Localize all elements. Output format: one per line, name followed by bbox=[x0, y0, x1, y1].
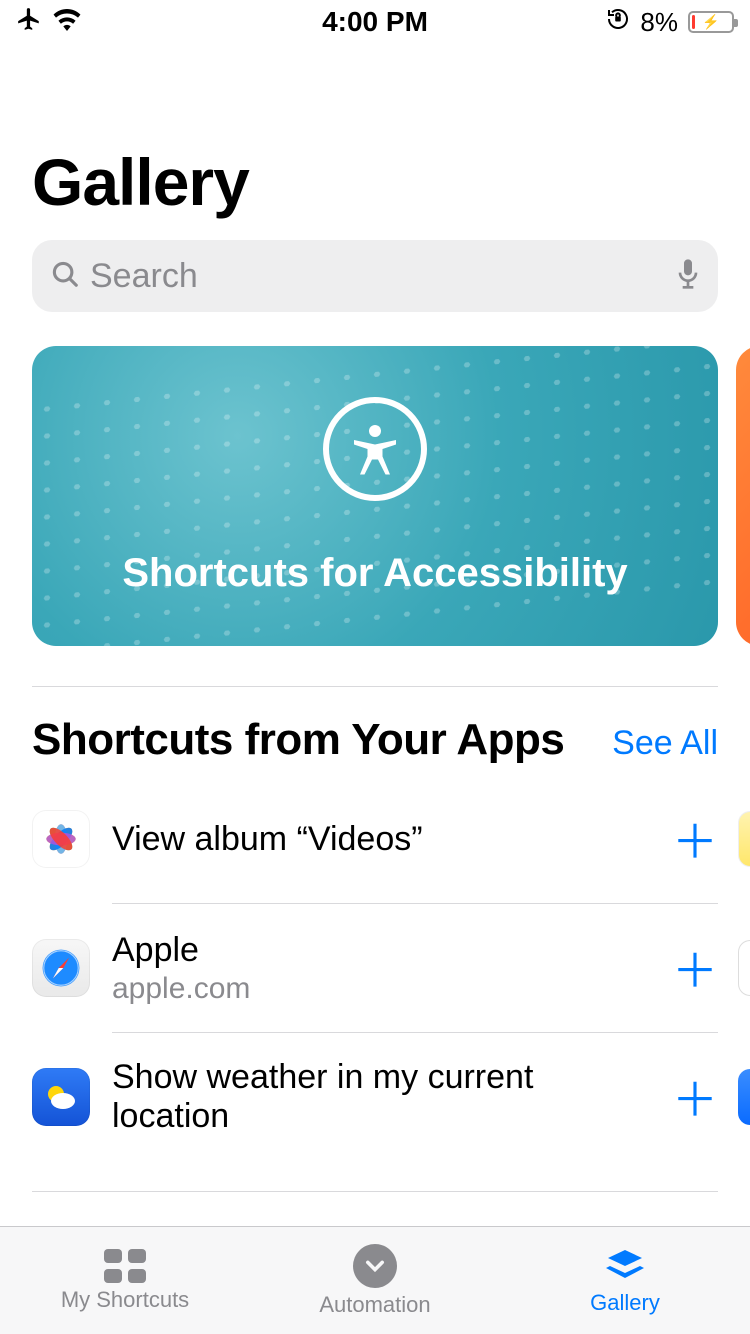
shortcut-title: Apple bbox=[112, 931, 660, 970]
wifi-icon bbox=[52, 6, 82, 38]
tab-automation[interactable]: Automation bbox=[250, 1227, 500, 1334]
add-shortcut-button[interactable]: ＋ bbox=[672, 806, 718, 872]
section-title-apps: Shortcuts from Your Apps bbox=[32, 715, 564, 765]
weather-app-icon bbox=[32, 1068, 90, 1126]
add-shortcut-button[interactable]: ＋ bbox=[672, 935, 718, 1001]
tab-gallery[interactable]: Gallery bbox=[500, 1227, 750, 1334]
list-item[interactable]: Apple apple.com ＋ bbox=[32, 904, 750, 1032]
gallery-icon bbox=[602, 1246, 648, 1286]
page-title: Gallery bbox=[0, 44, 750, 240]
tab-label: Automation bbox=[319, 1292, 430, 1318]
featured-card-accessibility[interactable]: Shortcuts for Accessibility bbox=[32, 346, 718, 646]
section-header-apps: Shortcuts from Your Apps See All bbox=[0, 687, 750, 775]
airplane-mode-icon bbox=[16, 6, 42, 39]
featured-card-title: Shortcuts for Accessibility bbox=[122, 551, 627, 596]
add-shortcut-button[interactable]: ＋ bbox=[672, 1064, 718, 1130]
shortcut-title: View album “Videos” bbox=[112, 820, 660, 859]
see-all-apps[interactable]: See All bbox=[612, 724, 718, 763]
photos-app-icon bbox=[32, 810, 90, 868]
tab-label: Gallery bbox=[590, 1290, 660, 1316]
safari-app-icon bbox=[32, 939, 90, 997]
battery-icon: ⚡ bbox=[688, 11, 734, 33]
orientation-lock-icon bbox=[606, 7, 630, 37]
next-column-peek bbox=[738, 940, 750, 996]
shortcut-subtitle: apple.com bbox=[112, 972, 660, 1006]
featured-card-next-peek[interactable] bbox=[736, 346, 750, 646]
search-input[interactable] bbox=[90, 257, 666, 296]
next-column-peek bbox=[738, 1069, 750, 1125]
dictation-icon[interactable] bbox=[676, 258, 700, 295]
tab-label: My Shortcuts bbox=[61, 1287, 189, 1313]
tab-bar: My Shortcuts Automation Gallery bbox=[0, 1226, 750, 1334]
search-icon bbox=[50, 259, 80, 294]
featured-carousel[interactable]: Shortcuts for Accessibility bbox=[32, 346, 750, 646]
list-item[interactable]: Show weather in my current location ＋ bbox=[32, 1033, 750, 1161]
status-bar: 4:00 PM 8% ⚡ bbox=[0, 0, 750, 44]
automation-icon bbox=[353, 1244, 397, 1288]
tab-my-shortcuts[interactable]: My Shortcuts bbox=[0, 1227, 250, 1334]
list-item[interactable]: View album “Videos” ＋ bbox=[32, 775, 750, 903]
accessibility-icon bbox=[323, 397, 427, 501]
grid-icon bbox=[104, 1249, 146, 1283]
shortcut-title: Show weather in my current location bbox=[112, 1058, 660, 1136]
next-column-peek bbox=[738, 811, 750, 867]
battery-percent: 8% bbox=[640, 7, 678, 38]
search-field[interactable] bbox=[32, 240, 718, 312]
apps-shortcut-list: View album “Videos” ＋ Apple apple.com ＋ … bbox=[0, 775, 750, 1161]
